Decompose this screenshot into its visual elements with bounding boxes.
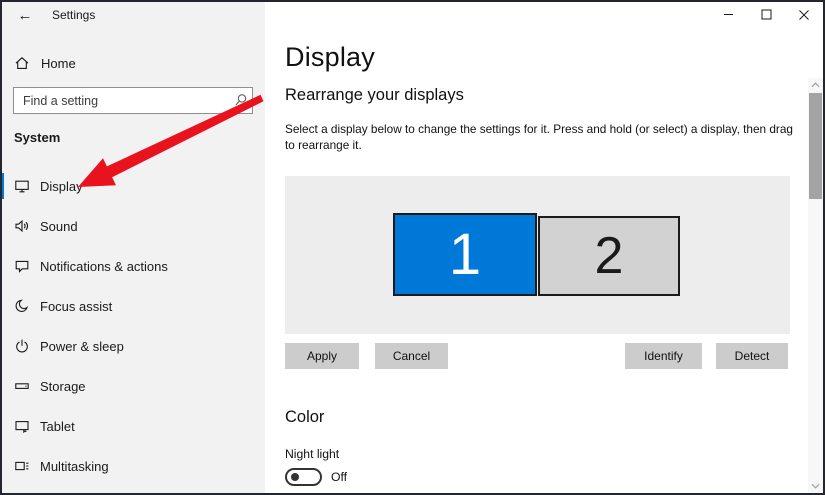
toggle-knob: [291, 473, 299, 481]
cancel-button[interactable]: Cancel: [375, 343, 448, 369]
sidebar-item-notifications[interactable]: Notifications & actions: [0, 246, 265, 286]
minimize-button[interactable]: [709, 0, 747, 29]
night-light-toggle[interactable]: [285, 468, 322, 486]
content-area: Display Rearrange your displays Select a…: [265, 0, 825, 495]
sidebar-item-tablet[interactable]: Tablet: [0, 406, 265, 446]
sidebar-section-header: System: [14, 130, 61, 145]
scrollbar-up-arrow[interactable]: [808, 78, 823, 92]
detect-button[interactable]: Detect: [716, 343, 788, 369]
sidebar-item-power-sleep[interactable]: Power & sleep: [0, 326, 265, 366]
window-title: Settings: [52, 8, 96, 22]
sidebar-item-label: Focus assist: [40, 298, 113, 314]
monitor-2[interactable]: 2: [538, 216, 680, 296]
notifications-icon: [14, 258, 30, 274]
sidebar: ← Settings Home System Display: [0, 0, 265, 495]
focus-assist-icon: [14, 298, 30, 314]
sidebar-item-label: Multitasking: [40, 458, 109, 474]
search-box: [13, 87, 253, 114]
sidebar-item-label: Sound: [40, 218, 78, 234]
color-heading: Color: [285, 408, 325, 426]
search-input[interactable]: [14, 93, 228, 108]
night-light-label: Night light: [285, 447, 340, 461]
scrollbar-down-arrow[interactable]: [808, 479, 823, 493]
back-arrow-icon: ←: [17, 6, 33, 24]
close-button[interactable]: [785, 0, 823, 29]
chevron-down-icon: [811, 483, 820, 489]
storage-icon: [14, 378, 30, 394]
sidebar-item-home[interactable]: Home: [0, 50, 265, 76]
close-icon: [799, 9, 809, 20]
sidebar-item-multitasking[interactable]: Multitasking: [0, 446, 265, 486]
tablet-icon: [14, 418, 30, 434]
monitor-1-label: 1: [448, 221, 482, 287]
sound-icon: [14, 218, 30, 234]
monitor-1[interactable]: 1: [393, 213, 537, 296]
sidebar-item-label: Display: [40, 178, 83, 194]
home-icon: [14, 55, 30, 71]
settings-window: ← Settings Home System Display: [0, 0, 825, 495]
maximize-button[interactable]: [747, 0, 785, 29]
search-icon[interactable]: [228, 93, 252, 108]
window-controls: [709, 0, 823, 29]
sidebar-item-label: Notifications & actions: [40, 258, 168, 274]
sidebar-item-focus-assist[interactable]: Focus assist: [0, 286, 265, 326]
back-button[interactable]: ←: [10, 7, 40, 24]
scrollbar-thumb[interactable]: [809, 93, 822, 199]
titlebar: ← Settings: [0, 0, 265, 30]
rearrange-heading: Rearrange your displays: [285, 86, 464, 104]
monitor-2-label: 2: [594, 227, 624, 285]
multitasking-icon: [14, 458, 30, 474]
sidebar-item-display[interactable]: Display: [0, 166, 265, 206]
power-icon: [14, 338, 30, 354]
sidebar-item-label: Home: [41, 55, 76, 71]
night-light-state: Off: [331, 470, 348, 484]
sidebar-item-label: Power & sleep: [40, 338, 124, 354]
selected-accent-bar: [0, 173, 4, 199]
sidebar-item-label: Tablet: [40, 418, 75, 434]
chevron-up-icon: [811, 82, 820, 88]
identify-button[interactable]: Identify: [625, 343, 702, 369]
display-arrangement-panel: 1 2: [285, 176, 790, 334]
sidebar-item-label: Storage: [40, 378, 86, 394]
sidebar-item-storage[interactable]: Storage: [0, 366, 265, 406]
minimize-icon: [723, 14, 733, 15]
maximize-icon: [761, 9, 771, 20]
sidebar-item-sound[interactable]: Sound: [0, 206, 265, 246]
rearrange-description: Select a display below to change the set…: [285, 122, 793, 152]
apply-button[interactable]: Apply: [285, 343, 359, 369]
page-title: Display: [285, 42, 375, 72]
display-icon: [14, 178, 30, 194]
vertical-scrollbar[interactable]: [808, 78, 823, 493]
sidebar-nav: Display Sound Notifications & actions Fo…: [0, 166, 265, 486]
